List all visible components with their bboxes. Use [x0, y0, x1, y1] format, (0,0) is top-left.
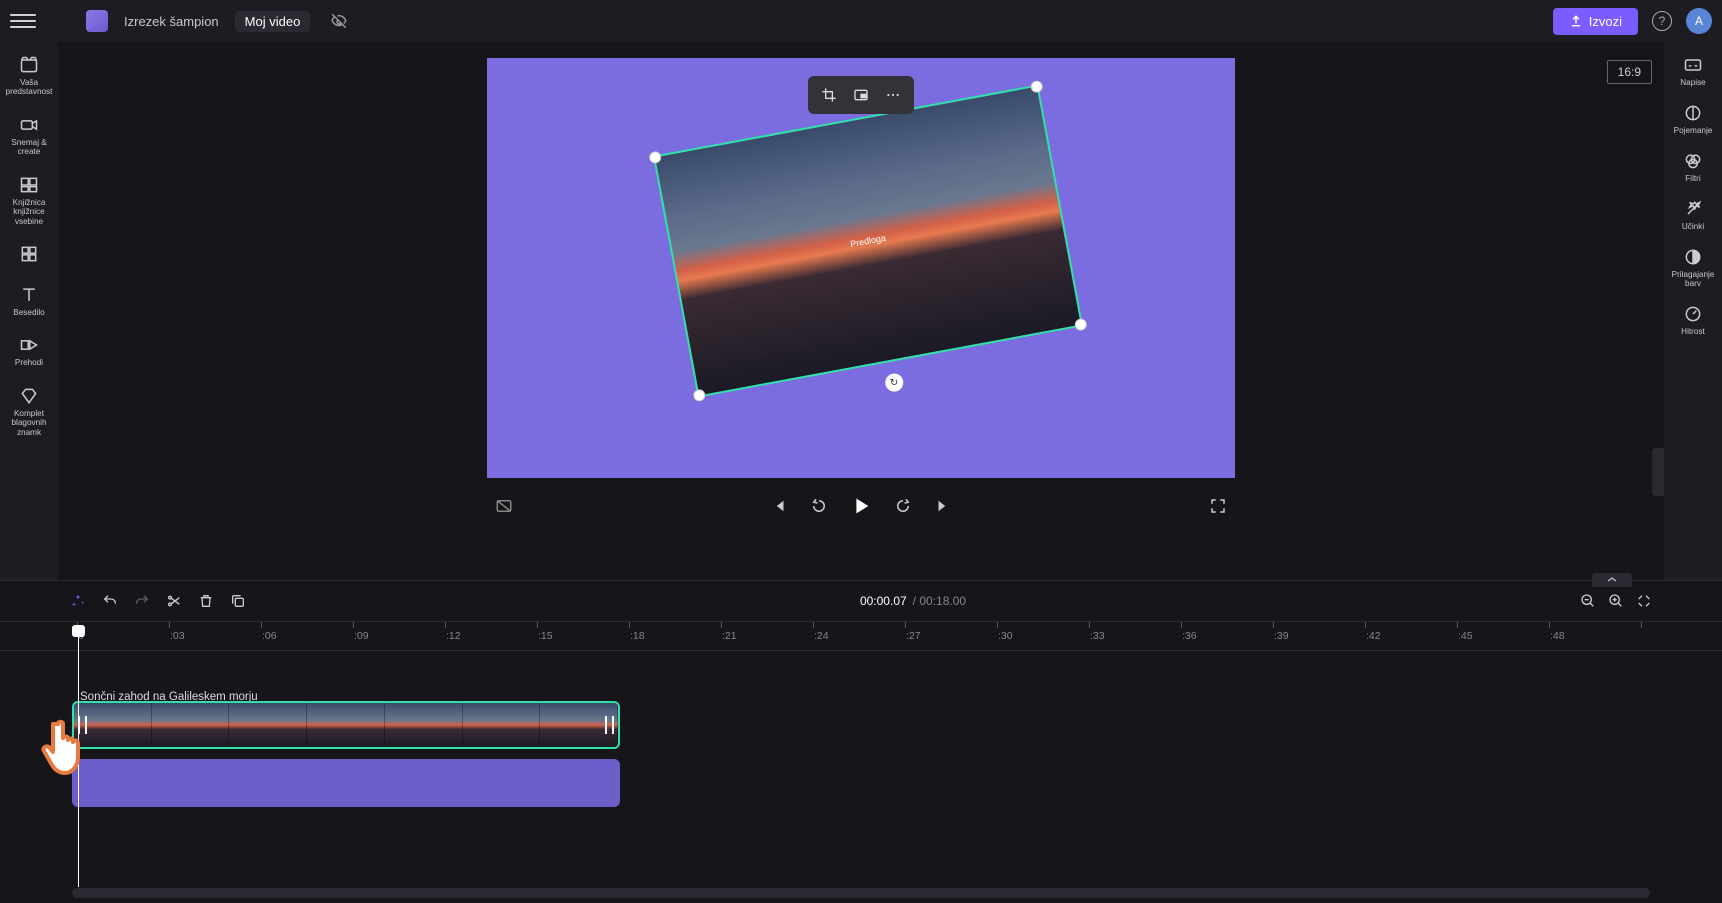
panel-filters[interactable]: Filtri	[1667, 146, 1719, 188]
ruler-tick: :15	[538, 622, 553, 650]
magic-icon[interactable]	[70, 593, 86, 609]
timeline-ruler[interactable]: 0:03:06:09:12:15:18:21:24:27:30:33:36:39…	[0, 621, 1722, 651]
ruler-tick: :27	[906, 622, 921, 650]
play-button[interactable]	[850, 495, 872, 517]
video-clip-track[interactable]	[72, 701, 620, 749]
prev-frame-icon[interactable]	[770, 497, 788, 515]
panel-color[interactable]: Prilagajanje barv	[1667, 242, 1719, 293]
panel-expand-tab[interactable]	[1652, 448, 1664, 496]
clip-toolbar	[808, 76, 914, 114]
ruler-tick: :24	[814, 622, 829, 650]
ruler-tick: :45	[1458, 622, 1473, 650]
zoom-fit-icon[interactable]	[1636, 593, 1652, 609]
ruler-tick: :48	[1550, 622, 1565, 650]
nav-media-label: Vaša predstavnost	[3, 78, 55, 97]
selected-clip[interactable]: Predloga	[653, 84, 1083, 397]
ruler-tick: :42	[1366, 622, 1381, 650]
more-icon[interactable]	[880, 82, 906, 108]
ruler-tick: :39	[1274, 622, 1289, 650]
ruler-tick: :06	[262, 622, 277, 650]
project-name-input[interactable]: Moj video	[235, 11, 311, 32]
ruler-tick: :18	[630, 622, 645, 650]
preview-canvas[interactable]: Predloga	[487, 58, 1235, 478]
user-avatar[interactable]: A	[1686, 8, 1712, 34]
nav-brandkit-label: Komplet blagovnih znamk	[3, 409, 55, 437]
menu-button[interactable]	[10, 8, 36, 34]
nav-media[interactable]: Vaša predstavnost	[3, 50, 55, 102]
next-frame-icon[interactable]	[934, 497, 952, 515]
timeline-time: 00:00.07 / 00:18.00	[860, 594, 966, 608]
stage: 16:9 Predloga	[58, 42, 1664, 580]
app-name: Izrezek šampion	[124, 14, 219, 29]
resize-handle-tl[interactable]	[648, 150, 662, 164]
clip-overlay-label: Predloga	[849, 233, 886, 249]
nav-brandkit[interactable]: Komplet blagovnih znamk	[3, 381, 55, 442]
ruler-tick: :21	[722, 622, 737, 650]
export-button[interactable]: Izvozi	[1553, 8, 1638, 35]
playback-controls	[487, 484, 1235, 528]
resize-handle-tr[interactable]	[1030, 80, 1044, 94]
current-time: 00:00.07	[860, 594, 907, 608]
pointing-hand-cursor	[36, 716, 92, 778]
ruler-tick: :12	[446, 622, 461, 650]
left-sidebar: Vaša predstavnost Snemaj & create Knjižn…	[0, 42, 58, 580]
nav-record-label: Snemaj & create	[3, 138, 55, 157]
ruler-tick: :09	[354, 622, 369, 650]
panel-fade[interactable]: Pojemanje	[1667, 98, 1719, 140]
crop-icon[interactable]	[816, 82, 842, 108]
panel-speed[interactable]: Hitrost	[1667, 299, 1719, 341]
skip-back-icon[interactable]	[810, 497, 828, 515]
resize-handle-br[interactable]	[1074, 318, 1088, 332]
pip-icon[interactable]	[848, 82, 874, 108]
visibility-off-icon[interactable]	[328, 10, 350, 32]
fullscreen-icon[interactable]	[1209, 497, 1227, 515]
resize-handle-bl[interactable]	[692, 388, 706, 402]
zoom-in-icon[interactable]	[1608, 593, 1624, 609]
nav-text[interactable]: Besedilo	[3, 280, 55, 322]
total-duration: 00:18.00	[919, 594, 966, 608]
duplicate-icon[interactable]	[230, 593, 246, 609]
topbar: Izrezek šampion Moj video Izvozi ? A	[0, 0, 1722, 42]
nav-record[interactable]: Snemaj & create	[3, 110, 55, 162]
nav-templates[interactable]	[3, 239, 55, 272]
export-label: Izvozi	[1589, 14, 1622, 29]
timeline-section: 00:00.07 / 00:18.00 0:03:06:09:12:15:18:…	[0, 580, 1722, 902]
split-icon[interactable]	[166, 593, 182, 609]
timeline-collapse-button[interactable]	[1592, 573, 1632, 587]
panel-effects[interactable]: Učinki	[1667, 194, 1719, 236]
undo-icon[interactable]	[102, 593, 118, 609]
nav-library-label: Knjižnica knjižnice vsebine	[3, 198, 55, 226]
delete-icon[interactable]	[198, 593, 214, 609]
ruler-tick: :36	[1182, 622, 1197, 650]
zoom-out-icon[interactable]	[1580, 593, 1596, 609]
ruler-tick: :03	[170, 622, 185, 650]
nav-transitions[interactable]: Prehodi	[3, 330, 55, 372]
skip-forward-icon[interactable]	[894, 497, 912, 515]
nav-library[interactable]: Knjižnica knjižnice vsebine	[3, 170, 55, 231]
help-button[interactable]: ?	[1652, 11, 1672, 31]
app-logo	[86, 10, 108, 32]
timeline-tracks[interactable]: Sončni zahod na Galileskem morju	[0, 651, 1722, 880]
timeline-scrollbar[interactable]	[72, 888, 1650, 898]
nav-text-label: Besedilo	[13, 308, 44, 317]
rotate-handle[interactable]	[884, 372, 905, 393]
safe-zone-icon[interactable]	[495, 497, 513, 515]
nav-transitions-label: Prehodi	[15, 358, 43, 367]
background-track[interactable]	[72, 759, 620, 807]
aspect-ratio-selector[interactable]: 16:9	[1607, 60, 1652, 84]
ruler-tick: :33	[1090, 622, 1105, 650]
right-sidebar: Napise Pojemanje Filtri Učinki Prilagaja…	[1664, 42, 1722, 580]
panel-captions[interactable]: Napise	[1667, 50, 1719, 92]
ruler-tick: :30	[998, 622, 1013, 650]
redo-icon[interactable]	[134, 593, 150, 609]
